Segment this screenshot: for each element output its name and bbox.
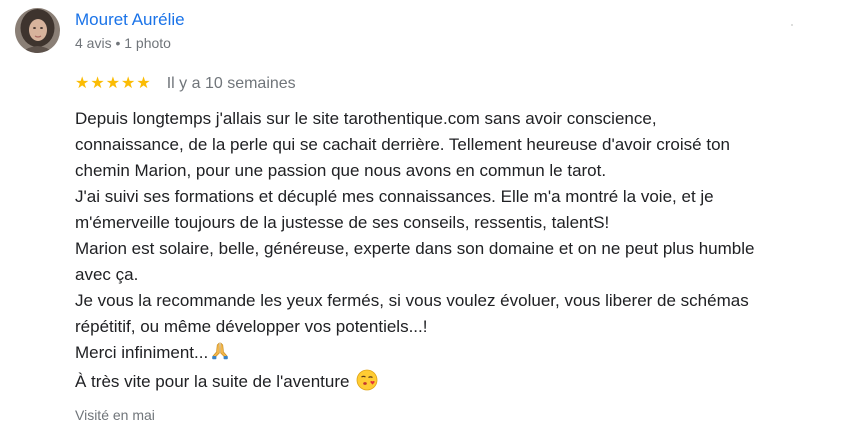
review-line: chemin Marion, pour une passion que nous… xyxy=(75,161,607,180)
author-name-link[interactable]: Mouret Aurélie xyxy=(75,10,185,30)
review-line-thanks: Merci infiniment... xyxy=(75,340,785,369)
star-icon: ★ xyxy=(75,75,90,92)
review-line: connaissance, de la perle qui se cachait… xyxy=(75,135,730,154)
review-card: Mouret Aurélie 4 avis • 1 photo ★ ★ ★ ★ ★ Il… xyxy=(0,0,841,442)
star-rating: ★ ★ ★ ★ ★ xyxy=(75,76,151,92)
review-line: avec ça. xyxy=(75,265,139,284)
avatar-photo xyxy=(15,8,60,53)
rating-row: ★ ★ ★ ★ ★ Il y a 10 semaines xyxy=(75,73,296,95)
review-line: Je vous la recommande les yeux fermés, s… xyxy=(75,291,749,310)
star-icon: ★ xyxy=(105,75,121,92)
face-blowing-kiss-icon xyxy=(356,369,378,399)
review-line: m'émerveille toujours de la justesse de … xyxy=(75,213,610,232)
star-icon: ★ xyxy=(90,75,105,92)
review-line-text: À très vite pour la suite de l'aventure xyxy=(75,372,350,391)
star-icon: ★ xyxy=(136,75,151,92)
review-line-closing: À très vite pour la suite de l'aventure xyxy=(75,369,785,399)
author-review-count[interactable]: 4 avis • 1 photo xyxy=(75,35,171,51)
review-line: Marion est solaire, belle, généreuse, ex… xyxy=(75,239,755,258)
review-line: Depuis longtemps j'allais sur le site ta… xyxy=(75,109,657,128)
review-date: Il y a 10 semaines xyxy=(166,75,296,92)
visit-date: Visité en mai xyxy=(75,407,155,423)
avatar[interactable] xyxy=(15,8,60,53)
praying-hands-icon xyxy=(210,341,230,369)
review-text: Depuis longtemps j'allais sur le site ta… xyxy=(75,106,785,399)
star-icon: ★ xyxy=(121,75,136,92)
review-line: J'ai suivi ses formations et décuplé mes… xyxy=(75,187,714,206)
review-line: répétitif, ou même développer vos potent… xyxy=(75,317,428,336)
review-line-text: Merci infiniment... xyxy=(75,343,209,362)
more-options-icon[interactable] xyxy=(786,18,798,30)
